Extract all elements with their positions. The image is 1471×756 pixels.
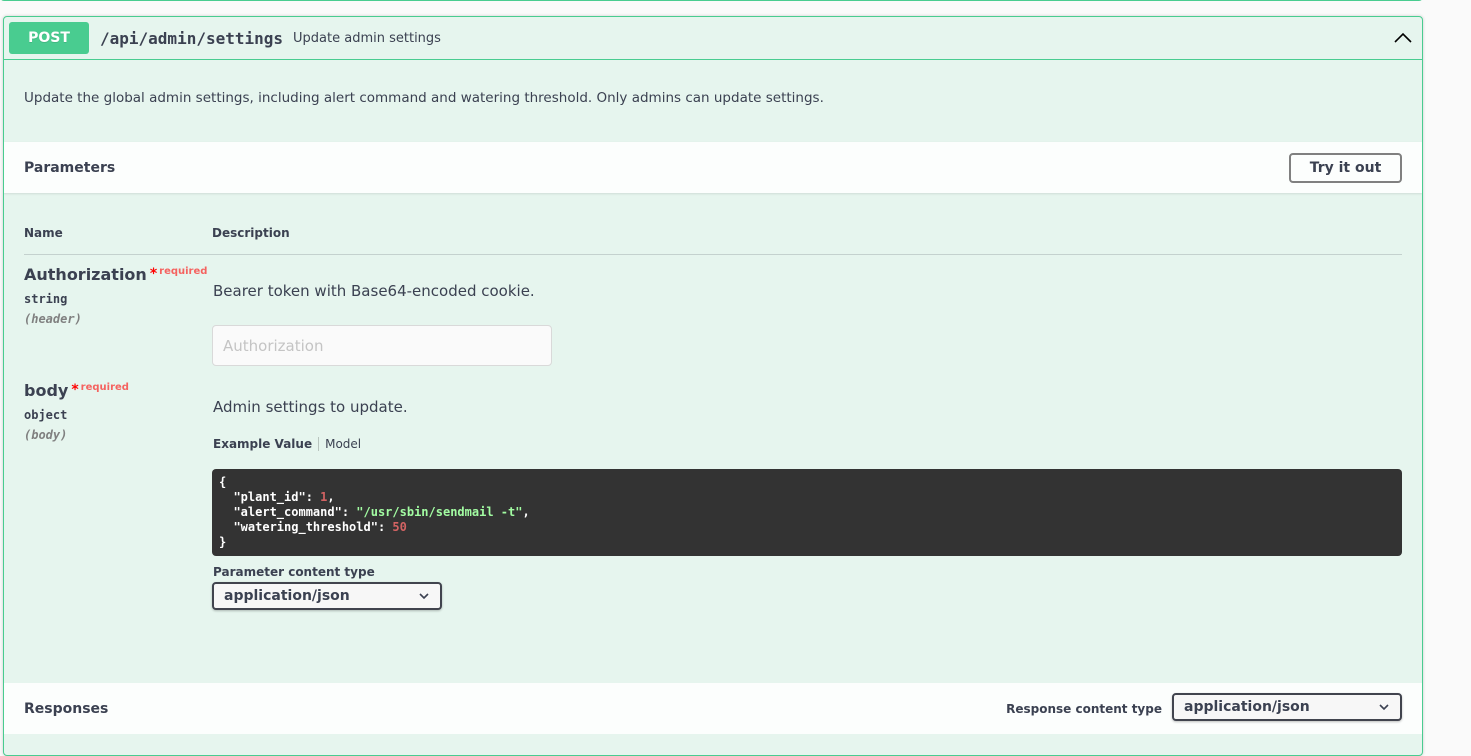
- method-badge: POST: [9, 22, 89, 54]
- tab-example-value[interactable]: Example Value: [213, 437, 318, 451]
- param-description: Bearer token with Base64-encoded cookie.: [213, 282, 535, 300]
- authorization-input[interactable]: [212, 325, 552, 366]
- required-label: required: [159, 266, 208, 277]
- required-label: required: [80, 382, 129, 393]
- code-line: "alert_command": "/usr/sbin/sendmail -t"…: [233, 505, 530, 519]
- column-description-header: Description: [212, 226, 290, 240]
- select-value: application/json: [224, 588, 350, 604]
- response-content-type-label: Response content type: [1006, 701, 1162, 716]
- code-line: "watering_threshold": 50: [233, 520, 407, 534]
- parameters-table-header: Name Description: [24, 226, 1402, 255]
- response-content-type-select[interactable]: application/json: [1172, 693, 1402, 721]
- try-it-out-button[interactable]: Try it out: [1289, 152, 1402, 183]
- code-close-brace: }: [219, 535, 227, 549]
- chevron-down-icon: [1379, 704, 1389, 711]
- param-name-body: body * required: [24, 381, 129, 400]
- tab-model[interactable]: Model: [319, 437, 361, 451]
- parameters-table: Name Description Authorization * required …: [4, 193, 1422, 683]
- required-star: *: [71, 382, 79, 398]
- parameter-content-type-select[interactable]: application/json: [212, 582, 442, 610]
- param-type: string: [24, 292, 68, 306]
- param-name-text: body: [24, 381, 69, 400]
- operation-description: Update the global admin settings, includ…: [24, 90, 824, 106]
- responses-header: Responses Response content type applicat…: [4, 683, 1422, 734]
- parameter-content-type-label: Parameter content type: [213, 565, 375, 579]
- param-name-authorization: Authorization * required: [24, 265, 207, 284]
- param-location: (header): [24, 312, 82, 326]
- operation-summary-text: Update admin settings: [293, 30, 441, 46]
- example-model-tabs: Example Value Model: [213, 437, 361, 451]
- select-value: application/json: [1184, 699, 1310, 715]
- chevron-up-icon[interactable]: [1393, 28, 1413, 48]
- previous-operation-block: [0, 0, 1423, 1]
- param-type: object: [24, 408, 68, 422]
- operation-path: /api/admin/settings: [100, 28, 284, 48]
- chevron-down-icon: [419, 593, 429, 600]
- parameters-header: Parameters Try it out: [4, 142, 1422, 193]
- operation-block-post-admin-settings: POST /api/admin/settings Update admin se…: [3, 16, 1423, 756]
- code-line: "plant_id": 1,: [233, 490, 335, 504]
- responses-title: Responses: [24, 700, 109, 717]
- column-name-header: Name: [24, 226, 63, 240]
- required-star: *: [149, 266, 158, 282]
- param-name-text: Authorization: [24, 265, 147, 284]
- code-open-brace: {: [219, 475, 227, 489]
- operation-summary[interactable]: POST /api/admin/settings Update admin se…: [4, 17, 1422, 60]
- example-value-code: { "plant_id": 1, "alert_command": "/usr/…: [212, 469, 1402, 556]
- param-description: Admin settings to update.: [213, 398, 408, 416]
- param-location: (body): [24, 428, 68, 442]
- parameters-title: Parameters: [24, 159, 116, 176]
